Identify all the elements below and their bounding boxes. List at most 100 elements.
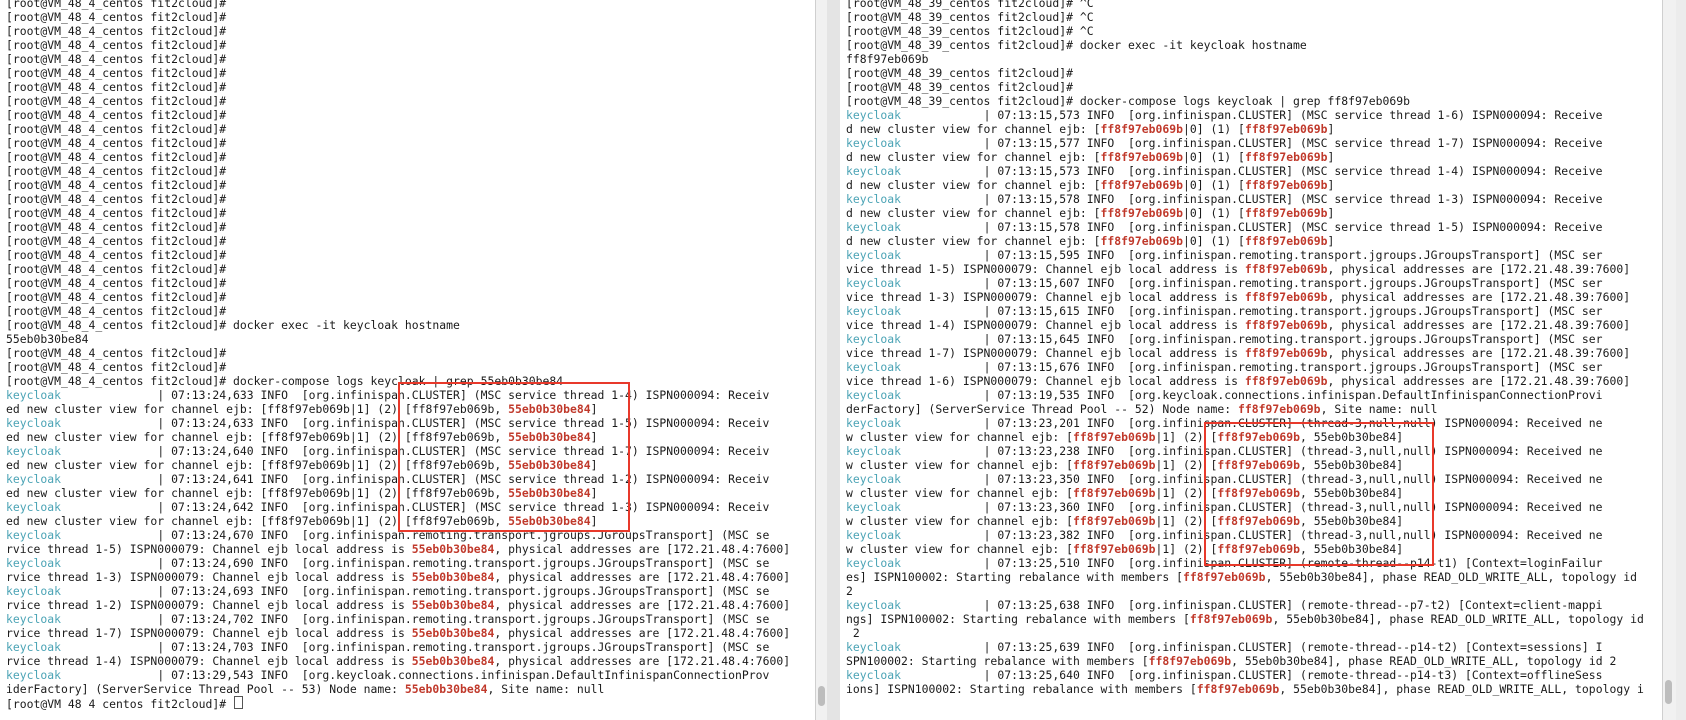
terminal-text: [root@VM_48_4_centos fit2cloud]#	[6, 66, 227, 80]
terminal-line: [root@VM_48_4_centos fit2cloud]#	[6, 262, 811, 276]
terminal-text: , physical addresses are [172.21.48.4:76…	[494, 570, 791, 584]
service-name: keycloak	[846, 528, 902, 542]
right-scrollbar-track[interactable]	[1662, 0, 1676, 720]
service-name: keycloak	[6, 444, 62, 458]
terminal-line: keycloak | 07:13:24,703 INFO [org.infini…	[6, 640, 811, 654]
grep-match: 55eb0b30be84	[411, 598, 495, 612]
service-name: keycloak	[6, 668, 62, 682]
right-terminal-output[interactable]: [root@VM_48_39_centos fit2cloud]# ^C [roo…	[846, 0, 1658, 696]
terminal-text: ]	[1327, 206, 1335, 220]
terminal-line: vice thread 1-3) ISPN000079: Channel ejb…	[846, 290, 1658, 304]
terminal-line: [root@VM_48_4_centos fit2cloud]#	[6, 248, 811, 262]
terminal-text: | 07:13:15,607 INFO [org.infinispan.remo…	[901, 276, 1603, 290]
terminal-line: ff8f97eb069b	[846, 52, 1658, 66]
service-name: keycloak	[6, 416, 62, 430]
terminal-line: [root@VM_48_4_centos fit2cloud]#	[6, 290, 811, 304]
grep-match: ff8f97eb069b	[1244, 318, 1328, 332]
terminal-text: | 07:13:25,640 INFO [org.infinispan.CLUS…	[901, 668, 1603, 682]
terminal-line: [root@VM_48_4_centos fit2cloud]#	[6, 206, 811, 220]
grep-match: ff8f97eb069b	[1100, 178, 1184, 192]
grep-match: ff8f97eb069b	[1100, 122, 1184, 136]
terminal-text: [root@VM_48_4_centos fit2cloud]#	[6, 276, 227, 290]
service-name: keycloak	[846, 136, 902, 150]
terminal-text: ions] ISPN100002: Starting rebalance wit…	[846, 682, 1197, 696]
terminal-text: ngs] ISPN100002: Starting rebalance with…	[846, 612, 1190, 626]
terminal-text: ]	[1327, 122, 1335, 136]
grep-match: ff8f97eb069b	[1244, 178, 1328, 192]
terminal-text: rvice thread 1-5) ISPN000079: Channel ej…	[6, 542, 412, 556]
grep-match: ff8f97eb069b	[1244, 150, 1328, 164]
right-scrollbar-thumb[interactable]	[1665, 680, 1672, 704]
right-terminal-window[interactable]: [root@VM_48_39_centos fit2cloud]# ^C [roo…	[840, 0, 1662, 720]
terminal-text: , physical addresses are [172.21.48.4:76…	[494, 598, 791, 612]
service-name: keycloak	[846, 640, 902, 654]
terminal-text: |0] (1) [	[1183, 150, 1245, 164]
terminal-line: vice thread 1-6) ISPN000079: Channel ejb…	[846, 374, 1658, 388]
terminal-text: | 07:13:15,676 INFO [org.infinispan.remo…	[901, 360, 1603, 374]
terminal-text: [root@VM_48_4_centos fit2cloud]#	[6, 24, 227, 38]
terminal-line: keycloak | 07:13:19,535 INFO [org.keyclo…	[846, 388, 1658, 402]
terminal-line: vice thread 1-5) ISPN000079: Channel ejb…	[846, 262, 1658, 276]
terminal-text: ]	[1327, 234, 1335, 248]
terminal-text: , physical addresses are [172.21.48.39:7…	[1327, 262, 1631, 276]
terminal-text: [root@VM_48_4_centos fit2cloud]#	[6, 52, 227, 66]
terminal-text: , Site name: null	[1320, 402, 1438, 416]
terminal-text: w cluster view for channel ejb: [	[846, 430, 1073, 444]
terminal-text: | 07:13:15,578 INFO [org.infinispan.CLUS…	[901, 220, 1603, 234]
service-name: keycloak	[6, 500, 62, 514]
terminal-text: | 07:13:15,573 INFO [org.infinispan.CLUS…	[901, 108, 1603, 122]
terminal-text: 2	[846, 584, 853, 598]
terminal-text: [root@VM_48_39_centos fit2cloud]# ^C	[846, 10, 1094, 24]
terminal-line: [root@VM_48_39_centos fit2cloud]# ^C	[846, 24, 1658, 38]
terminal-line: [root@VM_48_39_centos fit2cloud]#	[846, 80, 1658, 94]
terminal-line: keycloak | 07:13:24,702 INFO [org.infini…	[6, 612, 811, 626]
terminal-text: ]	[1327, 150, 1335, 164]
terminal-text: w cluster view for channel ejb: [	[846, 542, 1073, 556]
terminal-line: 55eb0b30be84	[6, 332, 811, 346]
terminal-text: [root@VM_48_39_centos fit2cloud]# docker…	[846, 94, 1410, 108]
terminal-text: | 07:13:15,595 INFO [org.infinispan.remo…	[901, 248, 1603, 262]
grep-match: 55eb0b30be84	[411, 626, 495, 640]
left-scrollbar-thumb[interactable]	[818, 686, 825, 706]
terminal-line: [root@VM_48_4_centos fit2cloud]#	[6, 304, 811, 318]
terminal-line: ions] ISPN100002: Starting rebalance wit…	[846, 682, 1658, 696]
terminal-line: rvice thread 1-2) ISPN000079: Channel ej…	[6, 598, 811, 612]
service-name: keycloak	[6, 640, 62, 654]
left-terminal-output[interactable]: [root@VM_48_4_centos fit2cloud]# [root@VM…	[6, 0, 811, 710]
terminal-line: [root@VM_48_4_centos fit2cloud]#	[6, 150, 811, 164]
terminal-line: rvice thread 1-5) ISPN000079: Channel ej…	[6, 542, 811, 556]
terminal-line: [root@VM_48_4_centos fit2cloud]#	[6, 108, 811, 122]
terminal-text: | 07:13:15,578 INFO [org.infinispan.CLUS…	[901, 192, 1603, 206]
service-name: keycloak	[846, 598, 902, 612]
service-name: keycloak	[846, 500, 902, 514]
terminal-line: keycloak | 07:13:15,645 INFO [org.infini…	[846, 332, 1658, 346]
terminal-line: d new cluster view for channel ejb: [ff8…	[846, 234, 1658, 248]
terminal-text: rvice thread 1-4) ISPN000079: Channel ej…	[6, 654, 412, 668]
grep-match: ff8f97eb069b	[1072, 514, 1156, 528]
terminal-text: [root@VM_48_4_centos fit2cloud]#	[6, 206, 227, 220]
terminal-text: , 55eb0b30be84], phase READ_OLD_WRITE_AL…	[1231, 654, 1617, 668]
terminal-text: [root@VM_48_4_centos fit2cloud]#	[6, 290, 227, 304]
terminal-cursor	[233, 696, 243, 709]
service-name: keycloak	[846, 416, 902, 430]
grep-match: 55eb0b30be84	[411, 570, 495, 584]
grep-match: 55eb0b30be84	[404, 682, 488, 696]
terminal-line: [root@VM_48_4_centos fit2cloud]#	[6, 10, 811, 24]
terminal-text: iderFactory] (ServerService Thread Pool …	[6, 682, 405, 696]
terminal-line: [root@VM_48_4_centos fit2cloud]#	[6, 346, 811, 360]
terminal-text: [root@VM_48_4_centos fit2cloud]#	[6, 108, 227, 122]
terminal-text: vice thread 1-4) ISPN000079: Channel ejb…	[846, 318, 1245, 332]
terminal-line: [root@VM_48_4_centos fit2cloud]#	[6, 0, 811, 10]
terminal-text: , physical addresses are [172.21.48.4:76…	[494, 654, 791, 668]
terminal-text: [root@VM_48_39_centos fit2cloud]# docker…	[846, 38, 1307, 52]
terminal-text: | 07:13:15,615 INFO [org.infinispan.remo…	[901, 304, 1603, 318]
terminal-text: | 07:13:29,543 INFO [org.keycloak.connec…	[61, 668, 770, 682]
terminal-text: [root@VM_48_4_centos fit2cloud]#	[6, 0, 227, 10]
terminal-line: keycloak | 07:13:25,639 INFO [org.infini…	[846, 640, 1658, 654]
terminal-text: vice thread 1-7) ISPN000079: Channel ejb…	[846, 346, 1245, 360]
service-name: keycloak	[846, 108, 902, 122]
service-name: keycloak	[6, 528, 62, 542]
terminal-text: [root@VM_48_4_centos fit2cloud]#	[6, 38, 227, 52]
terminal-text: vice thread 1-6) ISPN000079: Channel ejb…	[846, 374, 1245, 388]
left-terminal-window[interactable]: [root@VM_48_4_centos fit2cloud]# [root@VM…	[0, 0, 815, 720]
